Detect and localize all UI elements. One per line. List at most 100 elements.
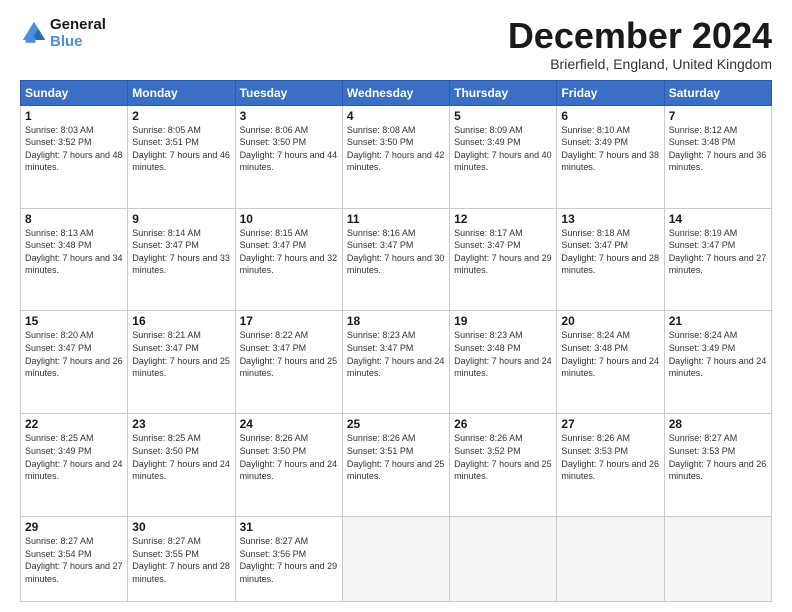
day-info: Sunrise: 8:17 AM Sunset: 3:47 PM Dayligh… <box>454 227 552 277</box>
week-row-3: 15 Sunrise: 8:20 AM Sunset: 3:47 PM Dayl… <box>21 311 772 414</box>
day-number: 24 <box>240 417 338 431</box>
day-number: 13 <box>561 212 659 226</box>
day-number: 6 <box>561 109 659 123</box>
day-cell: 31 Sunrise: 8:27 AM Sunset: 3:56 PM Dayl… <box>235 517 342 602</box>
day-info: Sunrise: 8:27 AM Sunset: 3:55 PM Dayligh… <box>132 535 230 585</box>
day-info: Sunrise: 8:26 AM Sunset: 3:51 PM Dayligh… <box>347 432 445 482</box>
col-wednesday: Wednesday <box>342 80 449 105</box>
day-number: 11 <box>347 212 445 226</box>
day-info: Sunrise: 8:26 AM Sunset: 3:50 PM Dayligh… <box>240 432 338 482</box>
day-cell: 18 Sunrise: 8:23 AM Sunset: 3:47 PM Dayl… <box>342 311 449 414</box>
day-cell: 10 Sunrise: 8:15 AM Sunset: 3:47 PM Dayl… <box>235 208 342 311</box>
day-info: Sunrise: 8:13 AM Sunset: 3:48 PM Dayligh… <box>25 227 123 277</box>
day-number: 28 <box>669 417 767 431</box>
day-info: Sunrise: 8:08 AM Sunset: 3:50 PM Dayligh… <box>347 124 445 174</box>
day-cell: 24 Sunrise: 8:26 AM Sunset: 3:50 PM Dayl… <box>235 414 342 517</box>
col-monday: Monday <box>128 80 235 105</box>
day-info: Sunrise: 8:25 AM Sunset: 3:50 PM Dayligh… <box>132 432 230 482</box>
day-info: Sunrise: 8:27 AM Sunset: 3:53 PM Dayligh… <box>669 432 767 482</box>
day-number: 4 <box>347 109 445 123</box>
day-number: 14 <box>669 212 767 226</box>
day-cell: 12 Sunrise: 8:17 AM Sunset: 3:47 PM Dayl… <box>450 208 557 311</box>
day-info: Sunrise: 8:25 AM Sunset: 3:49 PM Dayligh… <box>25 432 123 482</box>
day-number: 12 <box>454 212 552 226</box>
day-number: 31 <box>240 520 338 534</box>
day-cell: 5 Sunrise: 8:09 AM Sunset: 3:49 PM Dayli… <box>450 105 557 208</box>
logo: General Blue <box>20 16 106 51</box>
day-info: Sunrise: 8:27 AM Sunset: 3:54 PM Dayligh… <box>25 535 123 585</box>
day-cell: 4 Sunrise: 8:08 AM Sunset: 3:50 PM Dayli… <box>342 105 449 208</box>
page: General Blue December 2024 Brierfield, E… <box>0 0 792 612</box>
day-info: Sunrise: 8:22 AM Sunset: 3:47 PM Dayligh… <box>240 329 338 379</box>
day-cell: 15 Sunrise: 8:20 AM Sunset: 3:47 PM Dayl… <box>21 311 128 414</box>
day-cell: 28 Sunrise: 8:27 AM Sunset: 3:53 PM Dayl… <box>664 414 771 517</box>
logo-text: General Blue <box>50 16 106 51</box>
day-number: 29 <box>25 520 123 534</box>
week-row-2: 8 Sunrise: 8:13 AM Sunset: 3:48 PM Dayli… <box>21 208 772 311</box>
col-thursday: Thursday <box>450 80 557 105</box>
day-number: 9 <box>132 212 230 226</box>
day-cell: 1 Sunrise: 8:03 AM Sunset: 3:52 PM Dayli… <box>21 105 128 208</box>
day-cell: 26 Sunrise: 8:26 AM Sunset: 3:52 PM Dayl… <box>450 414 557 517</box>
day-number: 23 <box>132 417 230 431</box>
day-number: 1 <box>25 109 123 123</box>
header: General Blue December 2024 Brierfield, E… <box>20 16 772 72</box>
day-info: Sunrise: 8:24 AM Sunset: 3:49 PM Dayligh… <box>669 329 767 379</box>
day-cell: 17 Sunrise: 8:22 AM Sunset: 3:47 PM Dayl… <box>235 311 342 414</box>
day-number: 22 <box>25 417 123 431</box>
day-cell: 19 Sunrise: 8:23 AM Sunset: 3:48 PM Dayl… <box>450 311 557 414</box>
day-cell: 22 Sunrise: 8:25 AM Sunset: 3:49 PM Dayl… <box>21 414 128 517</box>
day-number: 18 <box>347 314 445 328</box>
col-tuesday: Tuesday <box>235 80 342 105</box>
col-sunday: Sunday <box>21 80 128 105</box>
day-number: 15 <box>25 314 123 328</box>
day-number: 2 <box>132 109 230 123</box>
day-cell <box>557 517 664 602</box>
day-number: 26 <box>454 417 552 431</box>
day-number: 20 <box>561 314 659 328</box>
day-info: Sunrise: 8:06 AM Sunset: 3:50 PM Dayligh… <box>240 124 338 174</box>
day-number: 5 <box>454 109 552 123</box>
week-row-1: 1 Sunrise: 8:03 AM Sunset: 3:52 PM Dayli… <box>21 105 772 208</box>
day-info: Sunrise: 8:09 AM Sunset: 3:49 PM Dayligh… <box>454 124 552 174</box>
day-number: 25 <box>347 417 445 431</box>
day-info: Sunrise: 8:03 AM Sunset: 3:52 PM Dayligh… <box>25 124 123 174</box>
day-cell: 29 Sunrise: 8:27 AM Sunset: 3:54 PM Dayl… <box>21 517 128 602</box>
day-info: Sunrise: 8:21 AM Sunset: 3:47 PM Dayligh… <box>132 329 230 379</box>
day-cell: 14 Sunrise: 8:19 AM Sunset: 3:47 PM Dayl… <box>664 208 771 311</box>
day-number: 10 <box>240 212 338 226</box>
day-info: Sunrise: 8:27 AM Sunset: 3:56 PM Dayligh… <box>240 535 338 585</box>
day-info: Sunrise: 8:16 AM Sunset: 3:47 PM Dayligh… <box>347 227 445 277</box>
day-cell: 20 Sunrise: 8:24 AM Sunset: 3:48 PM Dayl… <box>557 311 664 414</box>
logo-icon <box>20 19 48 47</box>
day-info: Sunrise: 8:24 AM Sunset: 3:48 PM Dayligh… <box>561 329 659 379</box>
day-info: Sunrise: 8:10 AM Sunset: 3:49 PM Dayligh… <box>561 124 659 174</box>
day-info: Sunrise: 8:26 AM Sunset: 3:53 PM Dayligh… <box>561 432 659 482</box>
col-friday: Friday <box>557 80 664 105</box>
day-info: Sunrise: 8:20 AM Sunset: 3:47 PM Dayligh… <box>25 329 123 379</box>
day-cell: 25 Sunrise: 8:26 AM Sunset: 3:51 PM Dayl… <box>342 414 449 517</box>
col-saturday: Saturday <box>664 80 771 105</box>
day-cell: 6 Sunrise: 8:10 AM Sunset: 3:49 PM Dayli… <box>557 105 664 208</box>
week-row-5: 29 Sunrise: 8:27 AM Sunset: 3:54 PM Dayl… <box>21 517 772 602</box>
day-info: Sunrise: 8:23 AM Sunset: 3:48 PM Dayligh… <box>454 329 552 379</box>
day-info: Sunrise: 8:05 AM Sunset: 3:51 PM Dayligh… <box>132 124 230 174</box>
title-block: December 2024 Brierfield, England, Unite… <box>508 16 772 72</box>
day-cell <box>342 517 449 602</box>
day-cell: 3 Sunrise: 8:06 AM Sunset: 3:50 PM Dayli… <box>235 105 342 208</box>
day-info: Sunrise: 8:15 AM Sunset: 3:47 PM Dayligh… <box>240 227 338 277</box>
day-info: Sunrise: 8:26 AM Sunset: 3:52 PM Dayligh… <box>454 432 552 482</box>
day-info: Sunrise: 8:12 AM Sunset: 3:48 PM Dayligh… <box>669 124 767 174</box>
day-info: Sunrise: 8:18 AM Sunset: 3:47 PM Dayligh… <box>561 227 659 277</box>
day-cell: 7 Sunrise: 8:12 AM Sunset: 3:48 PM Dayli… <box>664 105 771 208</box>
day-cell: 23 Sunrise: 8:25 AM Sunset: 3:50 PM Dayl… <box>128 414 235 517</box>
day-cell: 27 Sunrise: 8:26 AM Sunset: 3:53 PM Dayl… <box>557 414 664 517</box>
day-info: Sunrise: 8:23 AM Sunset: 3:47 PM Dayligh… <box>347 329 445 379</box>
day-info: Sunrise: 8:14 AM Sunset: 3:47 PM Dayligh… <box>132 227 230 277</box>
day-number: 16 <box>132 314 230 328</box>
day-cell: 13 Sunrise: 8:18 AM Sunset: 3:47 PM Dayl… <box>557 208 664 311</box>
day-cell: 2 Sunrise: 8:05 AM Sunset: 3:51 PM Dayli… <box>128 105 235 208</box>
calendar-table: Sunday Monday Tuesday Wednesday Thursday… <box>20 80 772 602</box>
day-cell: 8 Sunrise: 8:13 AM Sunset: 3:48 PM Dayli… <box>21 208 128 311</box>
day-cell <box>664 517 771 602</box>
